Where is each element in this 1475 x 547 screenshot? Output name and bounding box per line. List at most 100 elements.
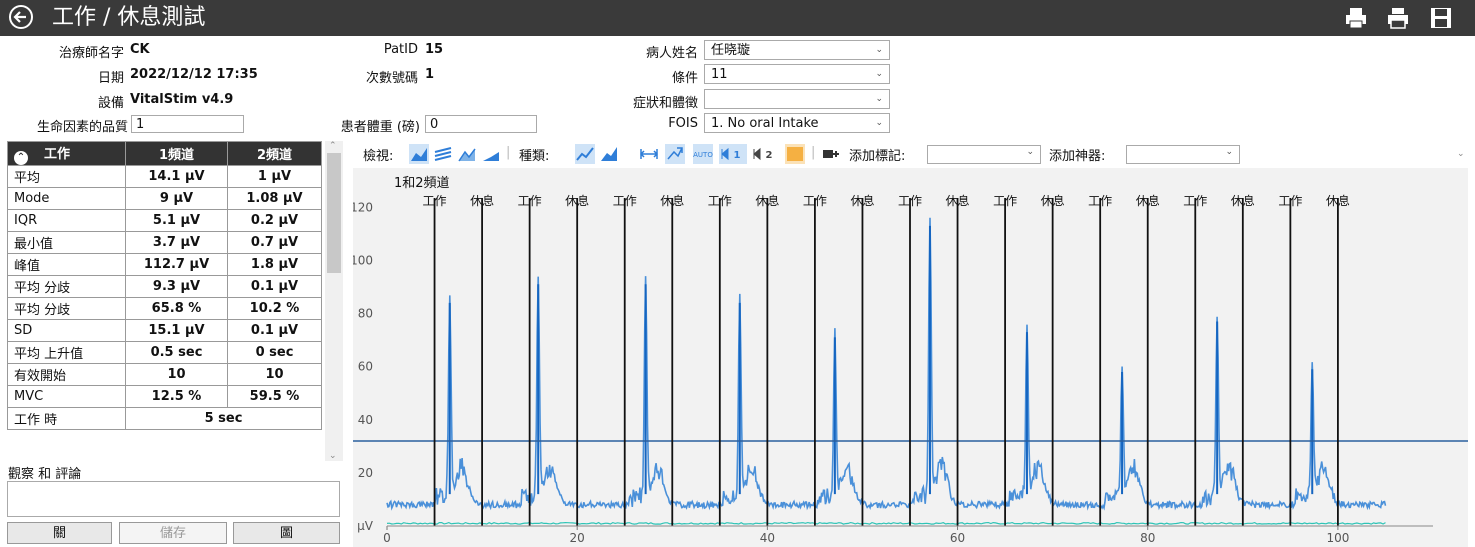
collapse-header[interactable]: ⌃ 工作 — [7, 141, 126, 166]
therapist-label: 治療師名字 — [58, 46, 124, 61]
scroll-up-icon[interactable]: ⌃ — [329, 141, 337, 151]
phase-marker-label: 工作 — [898, 194, 922, 208]
observations-label: 觀察 和 評論 — [8, 467, 82, 482]
back-arrow-icon[interactable] — [8, 4, 34, 30]
chevron-down-icon: ⌄ — [875, 94, 883, 104]
stat-channel-1: 112.7 µV — [125, 253, 228, 276]
stat-channel-2: 0.7 µV — [227, 231, 322, 254]
chevron-down-icon: ⌄ — [1225, 147, 1233, 157]
view-area-icon[interactable] — [409, 144, 429, 164]
stat-label: 峰值 — [7, 253, 126, 276]
work-time-value: 5 sec — [125, 407, 322, 430]
stat-label: 平均 分歧 — [7, 275, 126, 298]
save-button[interactable]: 儲存 — [119, 522, 227, 544]
channel-2-toggle[interactable]: 2 — [751, 144, 779, 164]
stat-channel-2: 0.1 µV — [227, 319, 322, 342]
add-artifact-label: 添加神器: — [1049, 149, 1106, 164]
auto-scale-icon[interactable]: AUTO — [693, 144, 713, 164]
signal-quality-label: 生命因素的品質 — [36, 120, 128, 135]
phase-marker-label: 工作 — [518, 194, 542, 208]
type-area-icon[interactable] — [599, 144, 619, 164]
add-marker-icon[interactable] — [821, 144, 841, 164]
session-number-value: 1 — [425, 67, 435, 82]
view-overlay-icon[interactable] — [457, 144, 477, 164]
highlight-icon[interactable] — [785, 144, 805, 164]
stat-label: SD — [7, 319, 126, 342]
table-row: 有效開始 10 10 — [7, 363, 322, 386]
scroll-down-icon[interactable]: ⌄ — [329, 451, 337, 461]
emg-chart[interactable]: 0 µV 20 40 60 80 100 120 0 20 40 60 80 100 工作 休息 工作 休息 工作… — [353, 168, 1468, 547]
date-value: 2022/12/12 17:35 — [130, 67, 258, 82]
patient-name-label: 病人姓名 — [645, 46, 698, 61]
stat-channel-2: 10.2 % — [227, 297, 322, 320]
patient-weight-input[interactable]: 0 — [425, 115, 537, 133]
toolbar-overflow-icon[interactable]: ⌄ — [1457, 149, 1465, 159]
view-single-icon[interactable] — [481, 144, 501, 164]
stat-channel-1: 9.3 µV — [125, 275, 228, 298]
scrollbar-thumb[interactable] — [327, 153, 341, 273]
phase-marker-label: 工作 — [1278, 194, 1302, 208]
patient-name-select[interactable]: 任晓璇 ⌄ — [704, 40, 890, 60]
phase-marker-label: 工作 — [1183, 194, 1207, 208]
zoom-fit-icon[interactable] — [665, 144, 685, 164]
y-tick-label: 0 µV — [353, 519, 374, 533]
print-preview-icon[interactable] — [1385, 6, 1411, 30]
phase-marker-label: 休息 — [660, 193, 684, 208]
close-button[interactable]: 關 — [7, 522, 112, 544]
fit-width-icon[interactable] — [639, 144, 659, 164]
table-row: MVC 12.5 % 59.5 % — [7, 385, 322, 408]
stats-scrollbar[interactable]: ⌃ ⌄ — [325, 141, 343, 461]
table-row: 峰值 112.7 µV 1.8 µV — [7, 253, 322, 276]
add-marker-select[interactable]: ⌄ — [927, 145, 1041, 164]
stat-channel-2: 10 — [227, 363, 322, 386]
type-line-icon[interactable] — [575, 144, 595, 164]
symptoms-label: 症狀和體徵 — [632, 96, 698, 111]
stat-channel-1: 15.1 µV — [125, 319, 228, 342]
signal-quality-input[interactable]: 1 — [131, 115, 244, 133]
y-tick-label: 120 — [353, 200, 373, 214]
phase-marker-label: 工作 — [803, 194, 827, 208]
x-tick-label: 20 — [570, 531, 585, 545]
phase-marker-label: 休息 — [1041, 193, 1065, 208]
symptoms-select[interactable]: ⌄ — [704, 89, 890, 109]
patid-value: 15 — [425, 42, 444, 57]
page-title: 工作 / 休息測試 — [52, 5, 206, 30]
patient-weight-label: 患者體重 (磅) — [340, 120, 420, 135]
work-time-label: 工作 時 — [7, 407, 126, 430]
phase-marker-label: 工作 — [708, 194, 732, 208]
series-channel-2-line — [386, 521, 1386, 525]
stat-channel-2: 0 sec — [227, 341, 322, 364]
table-row: SD 15.1 µV 0.1 µV — [7, 319, 322, 342]
phase-marker-label: 休息 — [565, 193, 589, 208]
phase-marker-label: 休息 — [470, 193, 494, 208]
stat-label: IQR — [7, 209, 126, 232]
view-label: 檢視: — [363, 149, 394, 164]
channel-1-toggle[interactable]: 1 — [719, 144, 747, 164]
table-row: 平均 分歧 9.3 µV 0.1 µV — [7, 275, 322, 298]
device-label: 設備 — [97, 96, 124, 111]
phase-marker-label: 工作 — [423, 194, 447, 208]
stat-channel-1: 3.7 µV — [125, 231, 228, 254]
fois-select[interactable]: 1. No oral Intake ⌄ — [704, 113, 890, 133]
add-artifact-select[interactable]: ⌄ — [1126, 145, 1240, 164]
stat-channel-2: 0.1 µV — [227, 275, 322, 298]
type-label: 種類: — [519, 149, 550, 164]
stat-channel-1: 9 µV — [125, 187, 228, 210]
observations-textarea[interactable] — [7, 481, 340, 517]
y-tick-label: 80 — [358, 307, 373, 321]
chevron-down-icon: ⌄ — [875, 69, 883, 79]
table-row: 最小值 3.7 µV 0.7 µV — [7, 231, 322, 254]
session-number-label: 次數號碼 — [365, 71, 418, 86]
stat-channel-1: 0.5 sec — [125, 341, 228, 364]
view-stacked-icon[interactable] — [433, 144, 453, 164]
toolbar-separator: | — [811, 145, 816, 160]
condition-select[interactable]: 11 ⌄ — [704, 64, 890, 84]
x-tick-label: 40 — [760, 531, 775, 545]
save-disk-icon[interactable] — [1428, 6, 1454, 30]
graph-button[interactable]: 圖 — [233, 522, 340, 544]
print-icon[interactable] — [1343, 6, 1369, 30]
chevron-up-icon[interactable]: ⌃ — [14, 150, 28, 165]
header-channel-2: 2頻道 — [227, 141, 322, 166]
add-marker-label: 添加標記: — [849, 149, 906, 164]
chart-toolbar: 檢視: | 種類: AUTO 1 2 | 添加標記: ⌄ 添加神器: ⌄ ⌄ — [353, 141, 1468, 168]
